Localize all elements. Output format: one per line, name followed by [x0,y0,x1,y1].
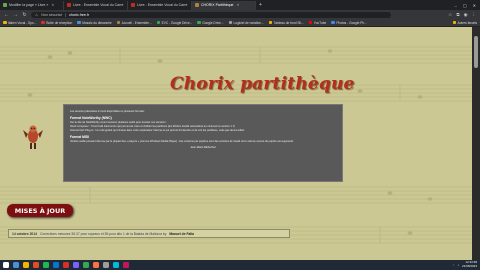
tab-label: Livre - Ensemble Vocal du Carré [73,3,124,7]
reload-icon[interactable]: ↻ [22,12,27,18]
close-icon[interactable]: ✕ [473,3,476,8]
section-text: Version audio pouvant être lue par le pl… [70,140,294,143]
divider: | [65,12,67,17]
bookmark-icon [268,20,273,25]
bookmark-icon [156,20,161,25]
section-text: Internet Nwc Plug-in : Un outil gratuit … [70,129,245,132]
favicon [131,3,135,7]
bookmark-item[interactable]: Google Drive... [197,20,224,25]
tab-label: Livre - Ensemble Vocal du Carré [137,3,188,7]
bookmark-item[interactable]: Boîte de réception [41,21,72,25]
bookmark-icon [228,20,233,25]
taskbar-app-icon[interactable] [83,262,89,268]
youtube-icon [308,20,313,25]
scrollbar-thumb[interactable] [474,36,478,68]
browser-tab-bar: Modifier la page « Livre » ✕ Livre - Ense… [0,0,480,10]
browser-toolbar: ← → ↻ ⚠ Non sécurisé | chorix.free.fr ☆ … [0,10,480,19]
warning-icon: ⚠ [35,12,39,17]
favicon [67,3,71,7]
taskbar-app-icon[interactable] [53,262,59,268]
tab-label: Modifier la page « Livre » [9,3,49,7]
info-panel: Les œuvres présentées ici sont disponibl… [63,104,343,182]
menu-icon[interactable]: ⋮ [472,12,477,18]
taskbar-app-icon[interactable] [23,262,29,268]
close-tab-icon[interactable]: ✕ [237,3,240,7]
browser-tab-active[interactable]: CHORIX Partithèque ✕ [192,0,256,10]
news-date: 14 octobre 2014 [12,231,37,236]
bookmark-icon [197,20,201,25]
start-icon[interactable] [3,262,9,268]
profile-icon[interactable]: ◉ [464,12,468,18]
bookmarks-bar: Italien Vocal - Spo... Boîte de réceptio… [0,19,480,27]
new-tab-button[interactable]: + [256,1,265,10]
close-tab-icon[interactable]: ✕ [51,3,54,7]
taskbar-app-icon[interactable] [33,262,39,268]
browser-tab[interactable]: Livre - Ensemble Vocal du Carré✕ [128,0,192,10]
folder-icon [452,20,456,25]
favicon [3,3,7,7]
news-author[interactable]: Manuel de Falla [169,232,194,236]
bookmark-item[interactable]: YouTube [308,20,326,25]
security-label: Non sécurisé [41,12,63,17]
site-title: Chorix partithèque [170,74,355,94]
section-heading: Format MIDI [70,135,90,139]
bookmark-item[interactable]: Tableau de bord Sit... [268,20,304,25]
bookmark-icon [331,20,335,25]
bookmark-icon [77,20,81,25]
taskbar-app-icon[interactable] [103,262,109,268]
bookmark-item[interactable]: Logiciel de notation... [228,20,264,25]
taskbar-app-icon[interactable] [63,262,69,268]
url-text: chorix.free.fr [69,12,90,17]
taskbar-app-icon[interactable] [13,262,19,268]
bookmark-icon [3,20,7,25]
panel-intro: Les œuvres présentées ici sont disponibl… [70,110,146,113]
wifi-icon[interactable]: ◔ [453,263,455,267]
taskbar-app-icon[interactable] [73,262,79,268]
clock-date: 21/08/2023 [461,264,477,268]
maximize-icon[interactable]: ▢ [463,3,467,8]
star-icon[interactable]: ☆ [448,12,452,18]
minimize-icon[interactable]: – [455,3,457,8]
os-taskbar: ◔ ♪ 12:33:38 21/08/2023 [0,260,480,270]
signature: Jean-Marie Balbuchet [190,146,216,149]
taskbar-app-icon[interactable] [93,262,99,268]
news-bar: 14 octobre 2014 Corrections mesures 35-3… [8,229,290,238]
news-text: Corrections mesures 35-37 pour soprano e… [39,231,167,236]
extensions-icon[interactable]: ⧉ [456,12,459,18]
favicon [195,3,199,7]
bookmark-item[interactable]: Photos - Google Ph... [331,20,367,25]
updates-button[interactable]: MISES À JOUR [7,204,73,217]
bookmark-item[interactable]: Accueil - Ensemble... [116,20,152,25]
back-icon[interactable]: ← [4,12,9,18]
bookmark-icon [116,20,121,25]
browser-tab[interactable]: Livre - Ensemble Vocal du Carré✕ [64,0,128,10]
system-tray: ◔ ♪ 12:33:38 21/08/2023 [453,261,477,268]
forward-icon[interactable]: → [13,12,18,18]
bookmark-icon [41,20,45,25]
toolbar-icons: ☆ ⧉ ◉ ⋮ [448,12,476,18]
section-heading: Format NoteWorthy (NWC) [70,116,112,120]
bookmark-item[interactable]: Mosaïc du dimanche [77,20,112,25]
mascot-icon [23,125,43,149]
taskbar-app-icon[interactable] [113,262,119,268]
volume-icon[interactable]: ♪ [457,263,459,267]
tab-label: CHORIX Partithèque [201,3,234,7]
bookmark-item[interactable]: EVC - Google Drive... [156,20,192,25]
browser-tab[interactable]: Modifier la page « Livre » ✕ [0,0,64,10]
other-bookmarks[interactable]: Autres favoris [452,20,477,25]
taskbar-app-icon[interactable] [123,262,129,268]
clock[interactable]: 12:33:38 21/08/2023 [462,261,477,268]
address-bar[interactable]: ⚠ Non sécurisé | chorix.free.fr [31,11,391,18]
window-controls: – ▢ ✕ [455,3,480,8]
taskbar-app-icon[interactable] [43,262,49,268]
bookmark-item[interactable]: Italien Vocal - Spo... [3,21,36,25]
